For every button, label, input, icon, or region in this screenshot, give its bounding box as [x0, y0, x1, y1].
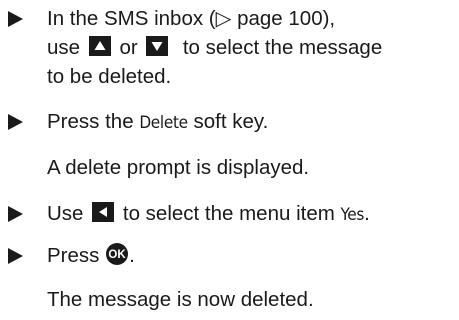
step-bullet-icon: [8, 4, 28, 33]
step-bullet-icon: [8, 107, 28, 136]
left-arrow-key-icon: [92, 202, 115, 222]
step2-result: A delete prompt is displayed.: [47, 156, 310, 179]
step2-text: Press the Delete soft key.: [47, 110, 269, 133]
ok-key-icon: OK: [106, 243, 129, 265]
step-bullet-icon: [8, 199, 28, 228]
step4-text: Press OK .: [47, 243, 135, 267]
step4-result: The message is now deleted.: [47, 288, 314, 311]
step1-line3: to be deleted.: [47, 65, 172, 88]
step1-line2: use or to select the message: [47, 36, 383, 59]
step-press-ok: Press OK .: [8, 241, 455, 270]
svg-text:OK: OK: [108, 249, 126, 261]
step-press-delete: Press the Delete soft key.: [8, 107, 455, 138]
step-select-message: In the SMS inbox (▷ page 100), use or to…: [8, 4, 455, 91]
delete-softkey-label: Delete: [139, 113, 188, 133]
up-arrow-key-icon: [88, 36, 111, 56]
step-bullet-icon: [8, 241, 28, 270]
step-select-yes: Use to select the menu item Yes.: [8, 199, 455, 230]
down-arrow-key-icon: [146, 36, 169, 56]
step1-line1: In the SMS inbox (▷ page 100),: [47, 7, 336, 30]
step3-text: Use to select the menu item Yes.: [47, 202, 370, 225]
yes-menu-item-label: Yes: [340, 205, 365, 225]
